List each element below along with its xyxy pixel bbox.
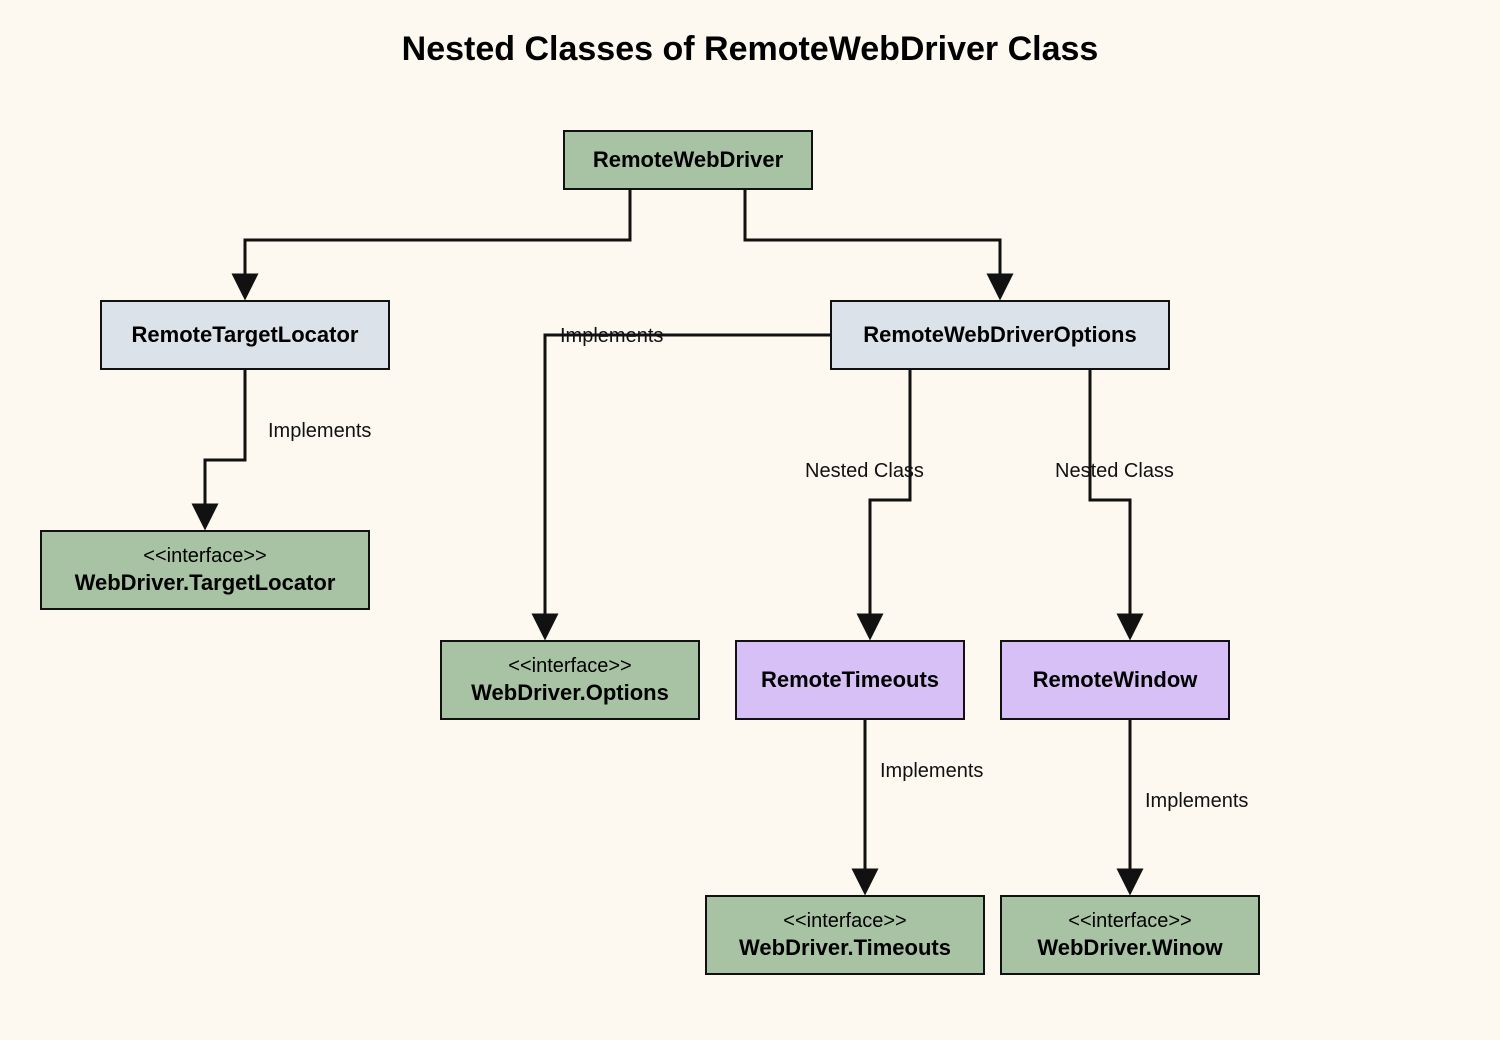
node-stereo: <<interface>>	[783, 908, 906, 934]
edge-label-window-implements: Implements	[1145, 790, 1248, 813]
node-webdriver-timeouts: <<interface>> WebDriver.Timeouts	[705, 895, 985, 975]
node-webdriver-window: <<interface>> WebDriver.Winow	[1000, 895, 1260, 975]
diagram-title: Nested Classes of RemoteWebDriver Class	[0, 30, 1500, 69]
edge-label-timeouts-nested: Nested Class	[805, 460, 924, 483]
edge-label-rtl-implements: Implements	[268, 420, 371, 443]
node-stereo: <<interface>>	[508, 653, 631, 679]
node-label: WebDriver.TargetLocator	[75, 569, 336, 598]
node-webdriver-options: <<interface>> WebDriver.Options	[440, 640, 700, 720]
node-label: WebDriver.Options	[471, 679, 669, 708]
node-label: RemoteTargetLocator	[132, 321, 359, 350]
node-remote-web-driver: RemoteWebDriver	[563, 130, 813, 190]
node-webdriver-target-locator: <<interface>> WebDriver.TargetLocator	[40, 530, 370, 610]
node-label: WebDriver.Timeouts	[739, 934, 951, 963]
node-remote-target-locator: RemoteTargetLocator	[100, 300, 390, 370]
node-remote-timeouts: RemoteTimeouts	[735, 640, 965, 720]
node-label: WebDriver.Winow	[1037, 934, 1222, 963]
edge-label-window-nested: Nested Class	[1055, 460, 1174, 483]
node-remote-window: RemoteWindow	[1000, 640, 1230, 720]
node-label: RemoteWebDriver	[593, 146, 783, 175]
edge-label-options-implements: Implements	[560, 325, 663, 348]
node-remote-web-driver-options: RemoteWebDriverOptions	[830, 300, 1170, 370]
node-label: RemoteTimeouts	[761, 666, 939, 695]
diagram-canvas: Nested Classes of RemoteWebDriver Class …	[0, 0, 1500, 1040]
node-label: RemoteWebDriverOptions	[863, 321, 1136, 350]
edge-label-timeouts-implements: Implements	[880, 760, 983, 783]
node-stereo: <<interface>>	[1068, 908, 1191, 934]
node-label: RemoteWindow	[1033, 666, 1198, 695]
node-stereo: <<interface>>	[143, 543, 266, 569]
